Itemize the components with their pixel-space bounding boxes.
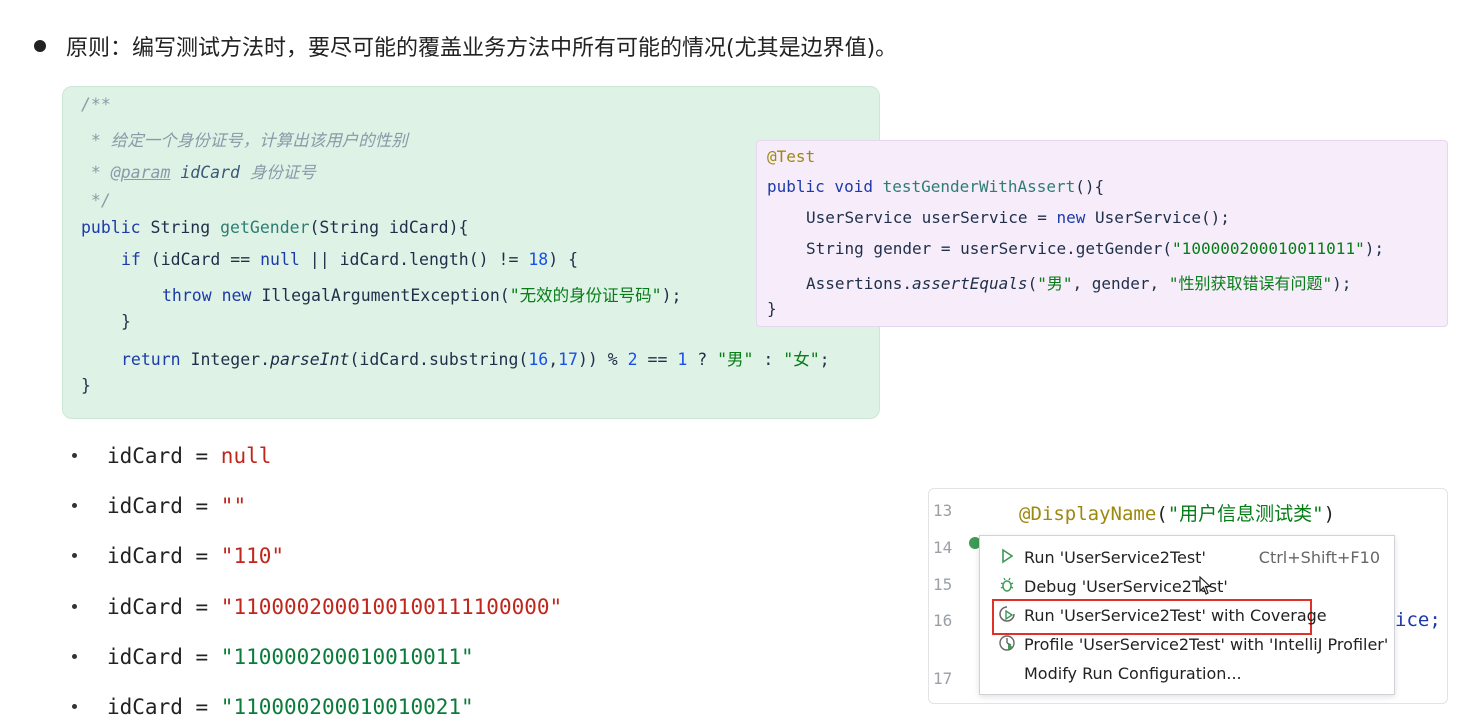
debug-icon — [1000, 577, 1014, 592]
code-line: } — [81, 376, 91, 395]
context-menu: Run 'UserService2Test' Ctrl+Shift+F10 De… — [979, 535, 1395, 695]
code-line: * 给定一个身份证号，计算出该用户的性别 — [81, 131, 408, 150]
menu-item-run[interactable]: Run 'UserService2Test' Ctrl+Shift+F10 — [980, 543, 1394, 571]
code-line: */ — [81, 191, 111, 210]
code-line: } — [767, 299, 777, 318]
line-number: 15 — [933, 575, 953, 594]
list-item: idCard = null — [72, 444, 271, 468]
code-line: /** — [81, 95, 111, 114]
code-line: } — [121, 312, 131, 331]
code-line: throw new IllegalArgumentException("无效的身… — [162, 286, 682, 305]
mouse-cursor-icon — [1199, 576, 1212, 595]
list-item: idCard = "110000200010010011" — [72, 645, 474, 669]
code-line: @DisplayName("用户信息测试类") — [1019, 503, 1336, 525]
list-item: idCard = "1100002000100100111100000" — [72, 595, 562, 619]
code-line: ice; — [1395, 609, 1441, 631]
principle-label: 原则：编写测试方法时，要尽可能的覆盖业务方法中所有可能的情况(尤其是边界值)。 — [66, 36, 898, 61]
line-number: 13 — [933, 501, 953, 520]
line-number: 17 — [933, 669, 953, 688]
run-icon — [1002, 548, 1014, 564]
menu-item-modify-run-config[interactable]: Modify Run Configuration... — [980, 659, 1394, 687]
menu-item-debug[interactable]: Debug 'UserService2Test' — [980, 572, 1394, 600]
menu-item-profile[interactable]: Profile 'UserService2Test' with 'Intelli… — [980, 630, 1394, 658]
code-line: UserService userService = new UserServic… — [806, 208, 1230, 227]
coverage-icon — [999, 606, 1015, 622]
code-line: @Test — [767, 147, 816, 166]
bullet-dot — [34, 40, 46, 52]
line-number: 16 — [933, 611, 953, 630]
code-line: if (idCard == null || idCard.length() !=… — [121, 250, 579, 269]
list-item: idCard = "110" — [72, 544, 284, 568]
code-block-test: @Test public void testGenderWithAssert()… — [756, 140, 1448, 327]
code-line: public void testGenderWithAssert(){ — [767, 177, 1105, 196]
line-number: 14 — [933, 538, 953, 557]
list-item: idCard = "110000200010010021" — [72, 695, 474, 719]
list-item: idCard = "" — [72, 494, 246, 518]
principle-text: 原则：编写测试方法时，要尽可能的覆盖业务方法中所有可能的情况(尤其是边界值)。 — [34, 30, 897, 62]
code-line: public String getGender(String idCard){ — [81, 218, 469, 237]
code-line: Assertions.assertEquals("男", gender, "性别… — [806, 274, 1352, 293]
code-line: * @param idCard 身份证号 — [81, 163, 316, 182]
profiler-icon — [999, 635, 1015, 651]
code-line: String gender = userService.getGender("1… — [806, 239, 1384, 258]
menu-item-run-with-coverage[interactable]: Run 'UserService2Test' with Coverage — [980, 601, 1394, 629]
code-line: return Integer.parseInt(idCard.substring… — [121, 350, 830, 369]
